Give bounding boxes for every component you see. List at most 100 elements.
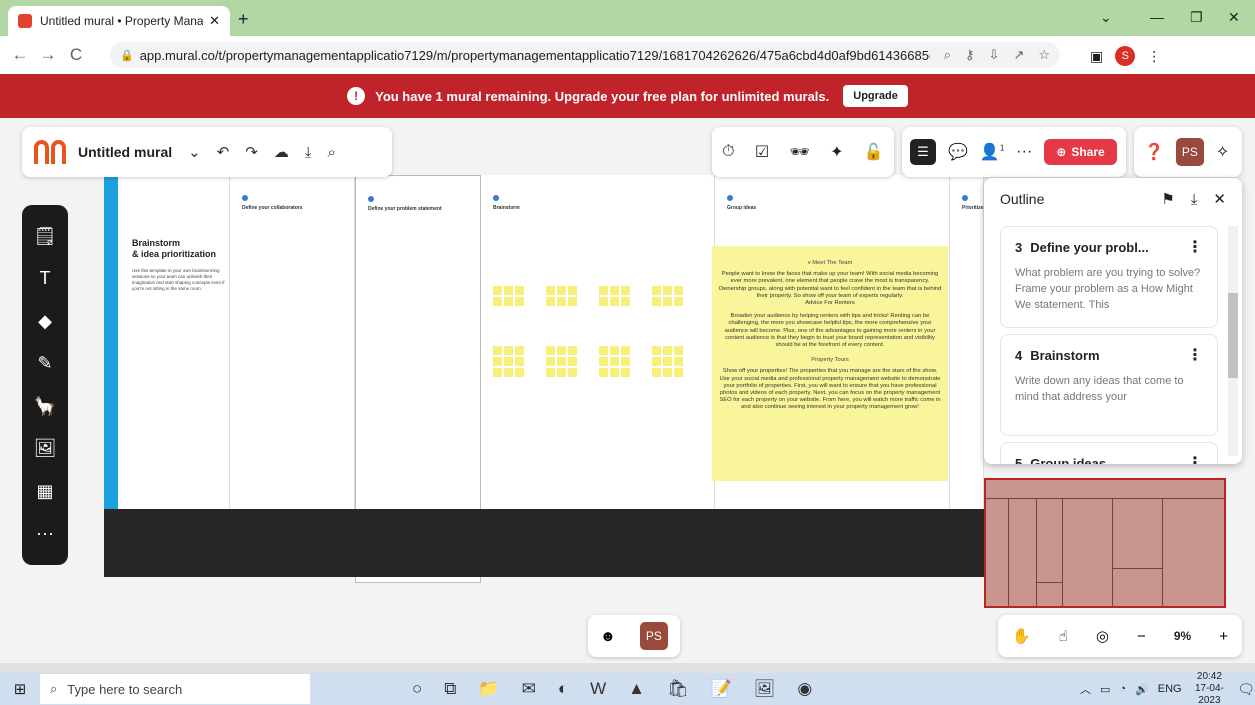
outline-item-number: 3 bbox=[1015, 239, 1023, 255]
task-view-icon[interactable]: ⧉ bbox=[444, 679, 456, 699]
present-icon[interactable]: ⚑ bbox=[1161, 190, 1174, 208]
bookmark-star-icon[interactable]: ☆ bbox=[1038, 47, 1050, 63]
mural-logo-icon[interactable] bbox=[34, 140, 66, 164]
taskbar-clock[interactable]: 20:42 17-04-2023 bbox=[1191, 671, 1229, 705]
presence-avatar[interactable]: PS bbox=[639, 622, 668, 650]
outline-item[interactable]: 4 Brainstorm ⋮ Write down any ideas that… bbox=[1000, 334, 1218, 436]
zoom-out-button[interactable]: − bbox=[1137, 628, 1146, 645]
icons-tool-icon[interactable]: 🦙 bbox=[34, 396, 56, 417]
text-sticky-note[interactable]: v Meet The Team People want to know the … bbox=[712, 246, 948, 481]
redo-icon[interactable]: ↷ bbox=[245, 143, 258, 161]
mail-icon[interactable]: ✉ bbox=[522, 679, 536, 699]
zoom-in-button[interactable]: + bbox=[1219, 628, 1228, 645]
outline-item[interactable]: 3 Define your probl... ⋮ What problem ar… bbox=[1000, 226, 1218, 328]
sticky-cluster[interactable] bbox=[652, 286, 683, 306]
upgrade-button[interactable]: Upgrade bbox=[843, 85, 908, 107]
more-tools-icon[interactable]: ··· bbox=[36, 523, 54, 544]
fit-view-icon[interactable]: ◎ bbox=[1096, 627, 1109, 645]
help-icon[interactable]: ❓ bbox=[1144, 142, 1164, 162]
profile-avatar[interactable]: S bbox=[1115, 46, 1136, 66]
close-window-button[interactable]: ✕ bbox=[1228, 9, 1240, 26]
install-icon[interactable]: ⇩ bbox=[989, 47, 1000, 63]
reload-icon[interactable]: C bbox=[62, 45, 90, 65]
user-avatar[interactable]: PS bbox=[1175, 138, 1204, 166]
maximize-button[interactable]: ❐ bbox=[1190, 9, 1203, 26]
chrome-icon[interactable]: ◉ bbox=[797, 679, 812, 699]
cortana-icon[interactable]: ○ bbox=[412, 679, 422, 699]
outline-scroll-thumb[interactable] bbox=[1228, 293, 1238, 378]
new-tab-button[interactable]: + bbox=[238, 9, 249, 30]
sparkle-ai-icon[interactable]: ✧ bbox=[1216, 142, 1229, 162]
draw-tool-icon[interactable]: ✎ bbox=[37, 353, 52, 374]
sticky-cluster[interactable] bbox=[546, 286, 577, 306]
export-icon[interactable]: ⤓ bbox=[305, 144, 312, 161]
notification-icon[interactable]: 🗨 bbox=[1237, 681, 1255, 698]
search-icon[interactable]: ⌕ bbox=[328, 144, 336, 161]
browser-tab[interactable]: Untitled mural • Property Manag ✕ bbox=[8, 6, 230, 36]
photos-icon[interactable]: 🖼 bbox=[754, 679, 776, 699]
wifi-icon[interactable]: ◔ bbox=[1119, 683, 1126, 695]
image-tool-icon[interactable]: 🖼 bbox=[34, 438, 57, 459]
mural-canvas[interactable]: Define your collaborators Define your pr… bbox=[0, 118, 1255, 663]
office-icon[interactable]: W bbox=[590, 679, 606, 699]
sticky-cluster[interactable] bbox=[493, 346, 524, 377]
sticky-cluster[interactable] bbox=[599, 346, 630, 377]
voting-icon[interactable]: ☑ bbox=[755, 142, 769, 162]
summon-icon[interactable]: ✦ bbox=[830, 142, 843, 162]
chevron-down-icon[interactable]: ⌄ bbox=[188, 143, 201, 161]
tab-search-icon[interactable]: ⌄ bbox=[1100, 9, 1112, 26]
more-options-icon[interactable]: ··· bbox=[1016, 143, 1032, 161]
file-explorer-icon[interactable]: 📁 bbox=[478, 679, 499, 699]
cloud-saved-icon[interactable]: ☁ bbox=[274, 143, 289, 161]
tray-chevron-icon[interactable]: ︿ bbox=[1080, 681, 1091, 697]
outline-item[interactable]: 5 Group ideas ⋮ bbox=[1000, 442, 1218, 464]
share-button[interactable]: ⊕ Share bbox=[1044, 139, 1117, 165]
url-input[interactable]: 🔒 app.mural.co/t/propertymanagementappli… bbox=[110, 42, 1060, 68]
timer-icon[interactable]: ⏱ bbox=[722, 143, 734, 161]
mural-title[interactable]: Untitled mural bbox=[78, 144, 172, 160]
sticky-cluster[interactable] bbox=[599, 286, 630, 306]
sticky-cluster[interactable] bbox=[652, 346, 683, 377]
back-arrow-icon[interactable]: ← bbox=[6, 45, 34, 65]
browser-menu-icon[interactable]: ⋮ bbox=[1147, 48, 1161, 65]
forward-arrow-icon[interactable]: → bbox=[34, 45, 62, 65]
share-page-icon[interactable]: ↗ bbox=[1013, 47, 1024, 63]
comments-icon[interactable]: 💬 bbox=[948, 142, 968, 162]
hand-icon[interactable]: ✋ bbox=[1012, 627, 1031, 645]
select-icon[interactable]: ☝ bbox=[1059, 627, 1068, 645]
edge-icon[interactable]: ◐ bbox=[558, 679, 568, 699]
key-icon[interactable]: ⚷ bbox=[965, 47, 975, 63]
download-icon[interactable]: ⤓ bbox=[1191, 191, 1198, 208]
volume-icon[interactable]: 🔊 bbox=[1135, 683, 1149, 696]
notepad-icon[interactable]: 📝 bbox=[711, 679, 732, 699]
minimize-button[interactable]: — bbox=[1150, 9, 1164, 25]
lock-board-icon[interactable]: 🔓 bbox=[864, 142, 884, 162]
side-panel-icon[interactable]: ▣ bbox=[1090, 48, 1103, 65]
text-tool-icon[interactable]: T bbox=[40, 268, 51, 289]
tab-close-icon[interactable]: ✕ bbox=[209, 13, 220, 29]
shapes-tool-icon[interactable]: ◆ bbox=[38, 311, 52, 332]
vlc-icon[interactable]: ▲ bbox=[628, 679, 645, 699]
windows-start-icon[interactable]: ⊞ bbox=[0, 680, 40, 698]
kebab-menu-icon[interactable]: ⋮ bbox=[1187, 345, 1203, 365]
undo-icon[interactable]: ↶ bbox=[217, 143, 230, 161]
battery-icon[interactable]: ▭ bbox=[1100, 683, 1110, 696]
store-icon[interactable]: 🛍 bbox=[667, 679, 689, 699]
sticky-note-tool-icon[interactable]: 🗒 bbox=[34, 226, 57, 247]
minimap[interactable] bbox=[984, 478, 1226, 608]
kebab-menu-icon[interactable]: ⋮ bbox=[1187, 237, 1203, 257]
close-icon[interactable]: ✕ bbox=[1213, 190, 1226, 208]
templates-tool-icon[interactable]: ▦ bbox=[36, 481, 53, 502]
collaborators-icon[interactable]: 👤1 bbox=[980, 142, 1004, 162]
kebab-menu-icon[interactable]: ⋮ bbox=[1187, 453, 1203, 464]
outline-toggle-icon[interactable]: ☰ bbox=[910, 139, 936, 165]
sticky-cluster[interactable] bbox=[546, 346, 577, 377]
private-mode-icon[interactable]: 🕶 bbox=[790, 142, 810, 162]
reactions-icon[interactable]: ☻ bbox=[600, 628, 616, 645]
language-indicator[interactable]: ENG bbox=[1158, 683, 1182, 695]
zoom-level[interactable]: 9% bbox=[1174, 629, 1191, 643]
taskbar-search[interactable]: ⌕ Type here to search bbox=[40, 674, 310, 704]
zoom-search-icon[interactable]: ⌕ bbox=[944, 47, 951, 63]
brainstorm-heading: Brainstorm & idea prioritization bbox=[132, 238, 216, 260]
sticky-cluster[interactable] bbox=[493, 286, 524, 306]
